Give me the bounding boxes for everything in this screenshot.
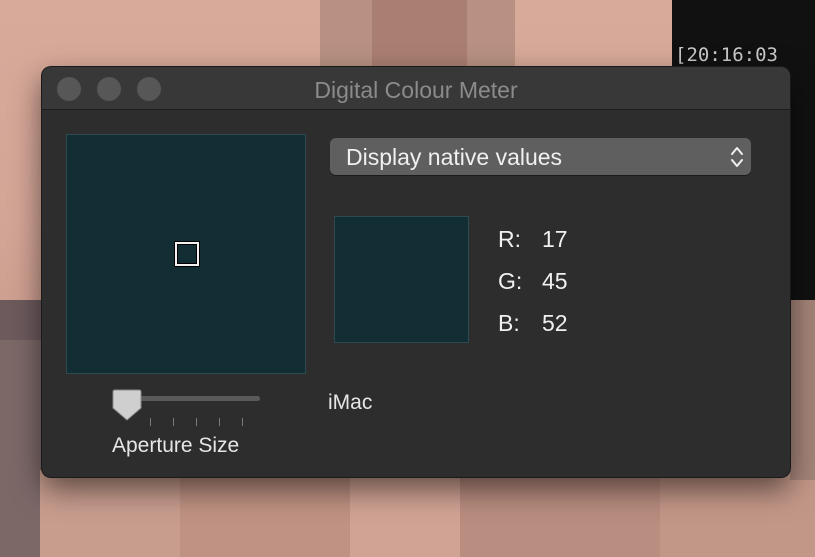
slider-tick	[242, 418, 243, 426]
display-name: iMac	[328, 391, 373, 414]
red-label: R:	[498, 226, 521, 252]
blue-value-row: B: 52	[498, 310, 568, 337]
chevron-up-down-icon	[731, 147, 743, 167]
window-title: Digital Colour Meter	[314, 77, 518, 103]
green-value-row: G: 45	[498, 268, 568, 295]
dropdown-value: Display native values	[346, 144, 563, 170]
display-mode-dropdown[interactable]: Display native values	[330, 138, 751, 175]
red-value-row: R: 17	[498, 226, 568, 253]
terminal-line: [20:16:03	[675, 44, 778, 66]
red-value: 17	[542, 226, 568, 252]
color-swatch	[334, 216, 469, 343]
green-label: G:	[498, 268, 523, 294]
slider-tick	[196, 418, 197, 426]
building	[0, 340, 42, 557]
title-bar[interactable]: Digital Colour Meter	[42, 67, 790, 110]
slider-tick	[150, 418, 151, 426]
building	[180, 475, 350, 557]
blue-value: 52	[542, 310, 568, 336]
green-value: 45	[542, 268, 568, 294]
magnifier-view	[66, 134, 306, 374]
building	[40, 470, 180, 557]
building	[660, 470, 815, 557]
building	[372, 0, 467, 70]
aperture-slider-thumb[interactable]	[112, 388, 142, 422]
aperture-box	[175, 242, 199, 266]
slider-tick	[173, 418, 174, 426]
building	[790, 280, 815, 480]
aperture-size-label: Aperture Size	[112, 434, 240, 457]
blue-label: B:	[498, 310, 520, 336]
slider-tick	[219, 418, 220, 426]
digital-colour-meter-window: Digital Colour Meter Aperture Size Displ…	[42, 67, 790, 477]
building	[460, 478, 660, 557]
building	[350, 472, 460, 557]
